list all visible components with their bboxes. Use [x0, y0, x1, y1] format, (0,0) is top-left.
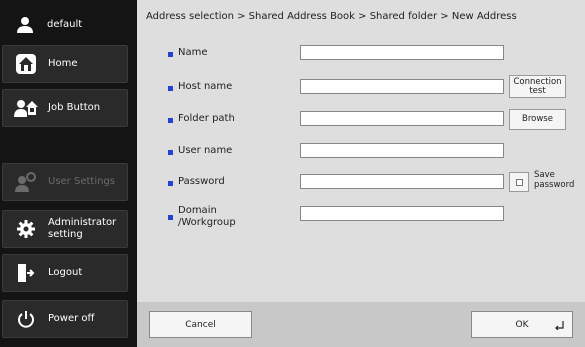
domain-row: Domain /Workgroup — [137, 205, 585, 228]
folder-path-label: Folder path — [178, 113, 235, 124]
browse-button[interactable]: Browse — [509, 109, 566, 130]
sidebar-item-administrator-setting[interactable]: Administrator setting — [2, 210, 128, 248]
field-bullet — [168, 86, 173, 91]
connection-test-button[interactable]: Connection test — [509, 75, 566, 98]
user-name-row: User name — [137, 142, 585, 162]
save-password-checkbox[interactable] — [509, 172, 529, 192]
current-user: default — [2, 6, 128, 44]
sidebar-item-label: Home — [48, 58, 78, 69]
cancel-button[interactable]: Cancel — [149, 311, 252, 338]
sidebar-item-label: Job Button — [48, 102, 101, 113]
breadcrumb: Address selection > Shared Address Book … — [146, 11, 517, 22]
power-icon — [13, 306, 39, 332]
user-name: default — [47, 19, 83, 30]
sidebar-item-user-settings: User Settings — [2, 163, 128, 201]
checkbox-box — [515, 178, 523, 186]
sidebar: default Home Job Button User Settings Ad… — [0, 0, 137, 347]
folder-path-input[interactable] — [300, 111, 504, 126]
name-label: Name — [178, 47, 208, 58]
job-button-icon — [13, 95, 39, 121]
sidebar-item-label: Logout — [48, 267, 83, 278]
gear-icon — [13, 216, 39, 242]
sidebar-item-label: Power off — [48, 313, 95, 324]
sidebar-item-job-button[interactable]: Job Button — [2, 89, 128, 127]
field-bullet — [168, 215, 173, 220]
save-password-label: Save password — [534, 170, 575, 190]
cancel-label: Cancel — [185, 319, 216, 330]
logout-icon — [13, 260, 39, 286]
name-input[interactable] — [300, 45, 504, 60]
domain-label: Domain /Workgroup — [178, 205, 236, 228]
password-row: Password Save password — [137, 170, 585, 193]
sidebar-item-power-off[interactable]: Power off — [2, 300, 128, 338]
ok-button[interactable]: OK — [471, 311, 573, 338]
host-name-row: Host name Connection test — [137, 75, 585, 98]
field-bullet — [168, 52, 173, 57]
main-panel: Address selection > Shared Address Book … — [137, 0, 585, 347]
password-label: Password — [178, 176, 225, 187]
field-bullet — [168, 181, 173, 186]
sidebar-item-label: Administrator setting — [48, 217, 117, 240]
home-icon — [13, 51, 39, 77]
sidebar-item-label: User Settings — [48, 176, 115, 187]
user-name-input[interactable] — [300, 143, 504, 158]
field-bullet — [168, 118, 173, 123]
user-settings-icon — [13, 169, 39, 195]
ok-label: OK — [515, 319, 529, 330]
user-icon — [12, 12, 38, 38]
host-name-input[interactable] — [300, 79, 504, 94]
folder-path-row: Folder path Browse — [137, 109, 585, 130]
footer: Cancel OK — [137, 302, 585, 347]
password-input[interactable] — [300, 174, 504, 189]
sidebar-item-logout[interactable]: Logout — [2, 254, 128, 292]
domain-input[interactable] — [300, 206, 504, 221]
name-row: Name — [137, 44, 585, 64]
enter-icon — [554, 321, 564, 333]
user-name-label: User name — [178, 145, 233, 156]
sidebar-item-home[interactable]: Home — [2, 45, 128, 83]
field-bullet — [168, 150, 173, 155]
host-name-label: Host name — [178, 81, 233, 92]
